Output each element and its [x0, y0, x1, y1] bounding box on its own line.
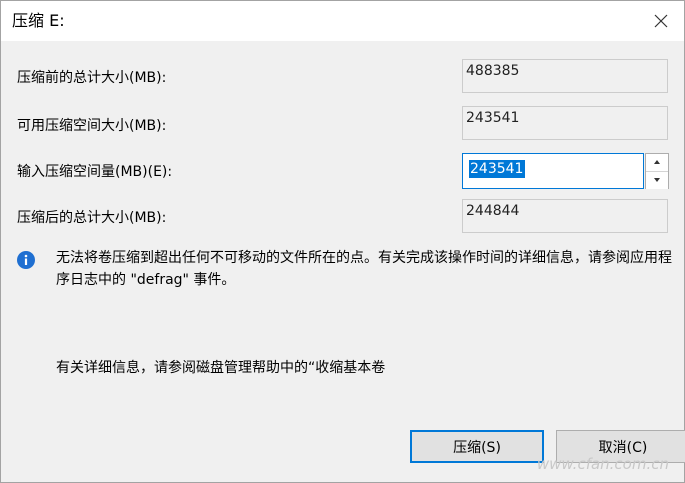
window-title: 压缩 E:	[12, 11, 65, 30]
spin-down-button[interactable]	[646, 172, 668, 189]
shrink-amount-value: 243541	[469, 160, 526, 178]
info-message: 无法将卷压缩到超出任何不可移动的文件所在的点。有关完成该操作时间的详细信息，请参…	[56, 250, 672, 288]
close-icon	[654, 14, 668, 28]
spin-buttons	[645, 153, 669, 189]
site-watermark: www.cfan.com.cn	[536, 455, 669, 473]
total-after-value: 244844	[462, 199, 668, 233]
help-text: 有关详细信息，请参阅磁盘管理帮助中的“收缩基本卷	[56, 360, 386, 376]
close-button[interactable]	[646, 7, 676, 35]
shrink-amount-label: 输入压缩空间量(MB)(E):	[17, 164, 173, 180]
shrink-amount-input[interactable]: 243541	[462, 153, 644, 189]
shrink-amount-stepper: 243541	[462, 153, 669, 189]
dialog-content: 压缩前的总计大小(MB): 488385 可用压缩空间大小(MB): 24354…	[1, 41, 685, 482]
caret-up-icon	[654, 160, 660, 164]
available-space-label: 可用压缩空间大小(MB):	[17, 118, 167, 134]
title-bar: 压缩 E:	[1, 1, 684, 41]
shrink-dialog: 压缩 E: 压缩前的总计大小(MB): 488385 可用压缩空间大小(MB):…	[0, 0, 685, 483]
caret-down-icon	[654, 178, 660, 182]
total-before-value: 488385	[462, 59, 668, 93]
available-space-value: 243541	[462, 106, 668, 140]
total-before-label: 压缩前的总计大小(MB):	[17, 70, 167, 86]
total-after-label: 压缩后的总计大小(MB):	[17, 210, 167, 226]
info-icon	[17, 251, 35, 269]
spin-up-button[interactable]	[646, 154, 668, 172]
shrink-button[interactable]: 压缩(S)	[410, 430, 544, 463]
